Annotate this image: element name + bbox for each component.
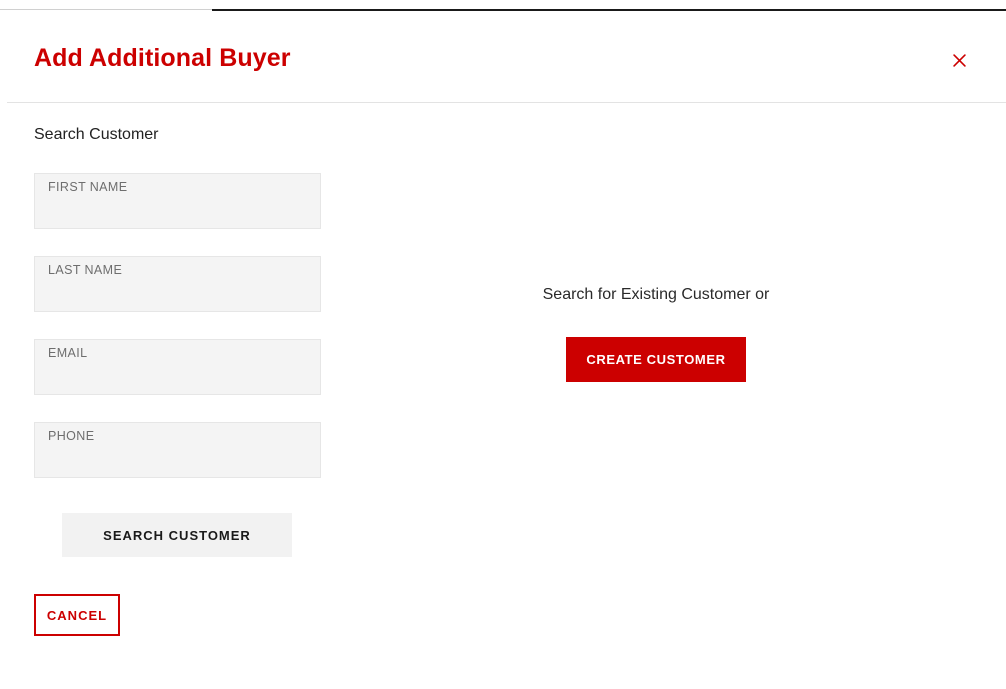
modal-title: Add Additional Buyer — [34, 44, 291, 72]
section-title: Search Customer — [34, 126, 159, 143]
search-customer-button[interactable]: SEARCH CUSTOMER — [62, 513, 292, 557]
top-rule-light — [0, 9, 212, 10]
first-name-input[interactable] — [47, 200, 310, 222]
email-label: EMAIL — [48, 346, 88, 360]
phone-label: PHONE — [48, 429, 95, 443]
header-divider — [7, 102, 1006, 103]
email-field[interactable]: EMAIL — [34, 339, 321, 395]
add-buyer-modal: Add Additional Buyer Search Customer FIR… — [0, 0, 1006, 689]
close-icon — [952, 53, 966, 67]
last-name-label: LAST NAME — [48, 263, 123, 277]
first-name-label: FIRST NAME — [48, 180, 128, 194]
existing-customer-prompt: Search for Existing Customer or — [542, 286, 770, 303]
create-customer-button[interactable]: CREATE CUSTOMER — [566, 337, 746, 382]
phone-field[interactable]: PHONE — [34, 422, 321, 478]
first-name-field[interactable]: FIRST NAME — [34, 173, 321, 229]
last-name-field[interactable]: LAST NAME — [34, 256, 321, 312]
email-input[interactable] — [47, 366, 310, 388]
last-name-input[interactable] — [47, 283, 310, 305]
cancel-button[interactable]: CANCEL — [34, 594, 120, 636]
top-rule-dark — [212, 9, 1006, 11]
close-button[interactable] — [946, 47, 972, 73]
phone-input[interactable] — [47, 449, 310, 471]
